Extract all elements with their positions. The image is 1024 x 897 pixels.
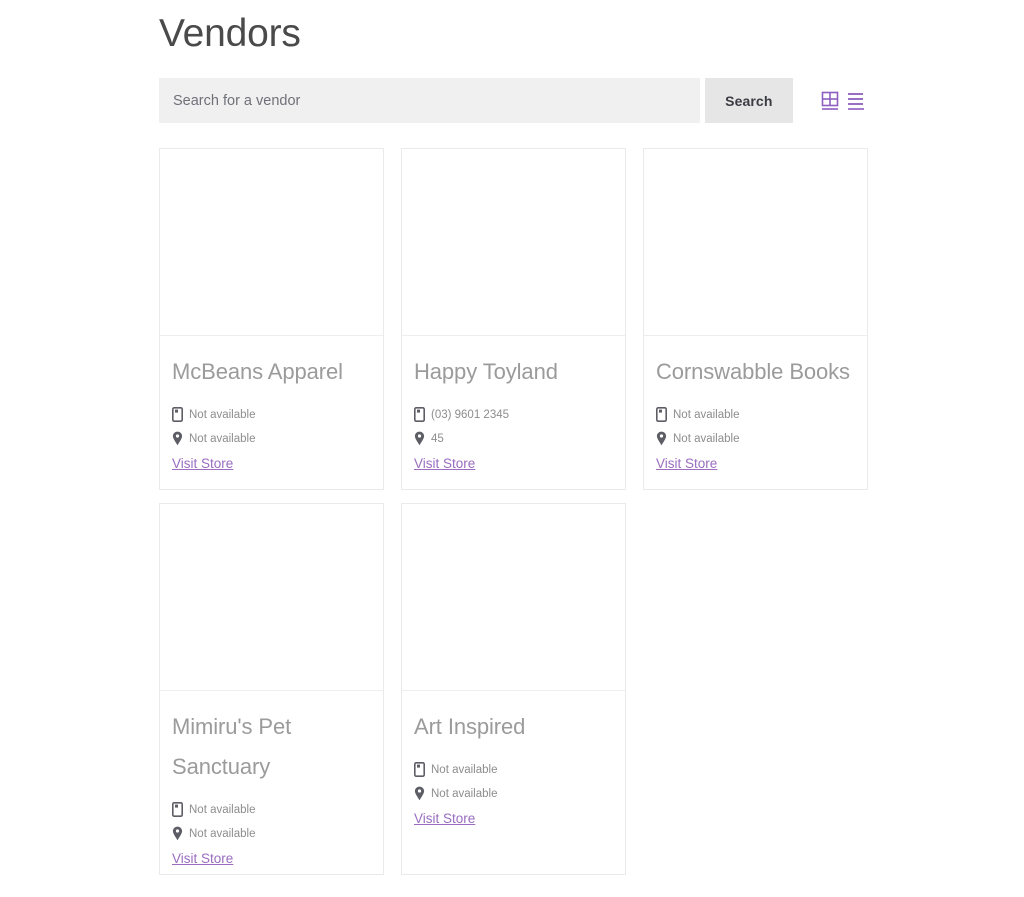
visit-store-link[interactable]: Visit Store <box>414 455 475 473</box>
vendor-location: Not available <box>189 432 255 446</box>
vendor-card[interactable]: Happy Toyland (03) 9601 2345 <box>401 148 626 490</box>
visit-store-link[interactable]: Visit Store <box>656 455 717 473</box>
vendor-phone-row: (03) 9601 2345 <box>414 404 613 425</box>
vendor-thumbnail <box>644 149 867 336</box>
map-pin-icon <box>172 431 183 446</box>
search-button[interactable]: Search <box>705 78 793 123</box>
vendor-location-row: Not available <box>172 428 371 449</box>
view-mode-toggles <box>820 78 867 123</box>
vendor-card[interactable]: Cornswabble Books Not available <box>643 148 868 490</box>
vendor-name: Art Inspired <box>414 707 613 747</box>
vendor-name: Happy Toyland <box>414 352 613 392</box>
mobile-phone-icon <box>414 762 425 777</box>
vendor-phone-row: Not available <box>172 799 371 820</box>
vendor-card[interactable]: Mimiru's Pet Sanctuary Not available <box>159 503 384 875</box>
mobile-phone-icon <box>414 407 425 422</box>
vendor-location-row: Not available <box>656 428 855 449</box>
vendor-name: McBeans Apparel <box>172 352 371 392</box>
vendor-card-body: Cornswabble Books Not available <box>644 336 867 489</box>
vendor-card-body: McBeans Apparel Not available <box>160 336 383 489</box>
vendor-thumbnail <box>160 149 383 336</box>
vendor-location-row: Not available <box>172 823 371 844</box>
vendor-phone: (03) 9601 2345 <box>431 408 509 422</box>
vendor-location-row: Not available <box>414 783 613 804</box>
vendor-name: Mimiru's Pet Sanctuary <box>172 707 371 787</box>
vendor-phone: Not available <box>189 408 255 422</box>
map-pin-icon <box>414 786 425 801</box>
vendor-phone-row: Not available <box>414 759 613 780</box>
vendors-page: Vendors Search <box>0 0 1024 897</box>
vendor-location-row: 45 <box>414 428 613 449</box>
vendor-location: Not available <box>431 787 497 801</box>
vendor-thumbnail <box>402 149 625 336</box>
vendor-location: Not available <box>673 432 739 446</box>
vendor-location: 45 <box>431 432 444 446</box>
vendor-card-body: Happy Toyland (03) 9601 2345 <box>402 336 625 489</box>
map-pin-icon <box>656 431 667 446</box>
vendor-location: Not available <box>189 827 255 841</box>
visit-store-link[interactable]: Visit Store <box>414 810 475 828</box>
vendor-phone: Not available <box>673 408 739 422</box>
vendor-phone: Not available <box>189 803 255 817</box>
vendor-search-bar: Search <box>159 78 867 123</box>
vendor-phone: Not available <box>431 763 497 777</box>
grid-view-icon[interactable] <box>820 90 842 112</box>
vendor-card-grid: McBeans Apparel Not available <box>159 148 869 875</box>
vendor-card-body: Mimiru's Pet Sanctuary Not available <box>160 691 383 880</box>
mobile-phone-icon <box>656 407 667 422</box>
search-input[interactable] <box>159 78 700 123</box>
page-title: Vendors <box>159 8 301 60</box>
vendor-card[interactable]: Art Inspired Not available <box>401 503 626 875</box>
list-view-icon[interactable] <box>845 90 867 112</box>
visit-store-link[interactable]: Visit Store <box>172 850 233 868</box>
vendor-thumbnail <box>160 504 383 691</box>
map-pin-icon <box>172 826 183 841</box>
mobile-phone-icon <box>172 407 183 422</box>
visit-store-link[interactable]: Visit Store <box>172 455 233 473</box>
vendor-phone-row: Not available <box>172 404 371 425</box>
vendor-name: Cornswabble Books <box>656 352 855 392</box>
vendor-thumbnail <box>402 504 625 691</box>
vendor-phone-row: Not available <box>656 404 855 425</box>
map-pin-icon <box>414 431 425 446</box>
vendor-card-body: Art Inspired Not available <box>402 691 625 874</box>
vendor-card[interactable]: McBeans Apparel Not available <box>159 148 384 490</box>
mobile-phone-icon <box>172 802 183 817</box>
